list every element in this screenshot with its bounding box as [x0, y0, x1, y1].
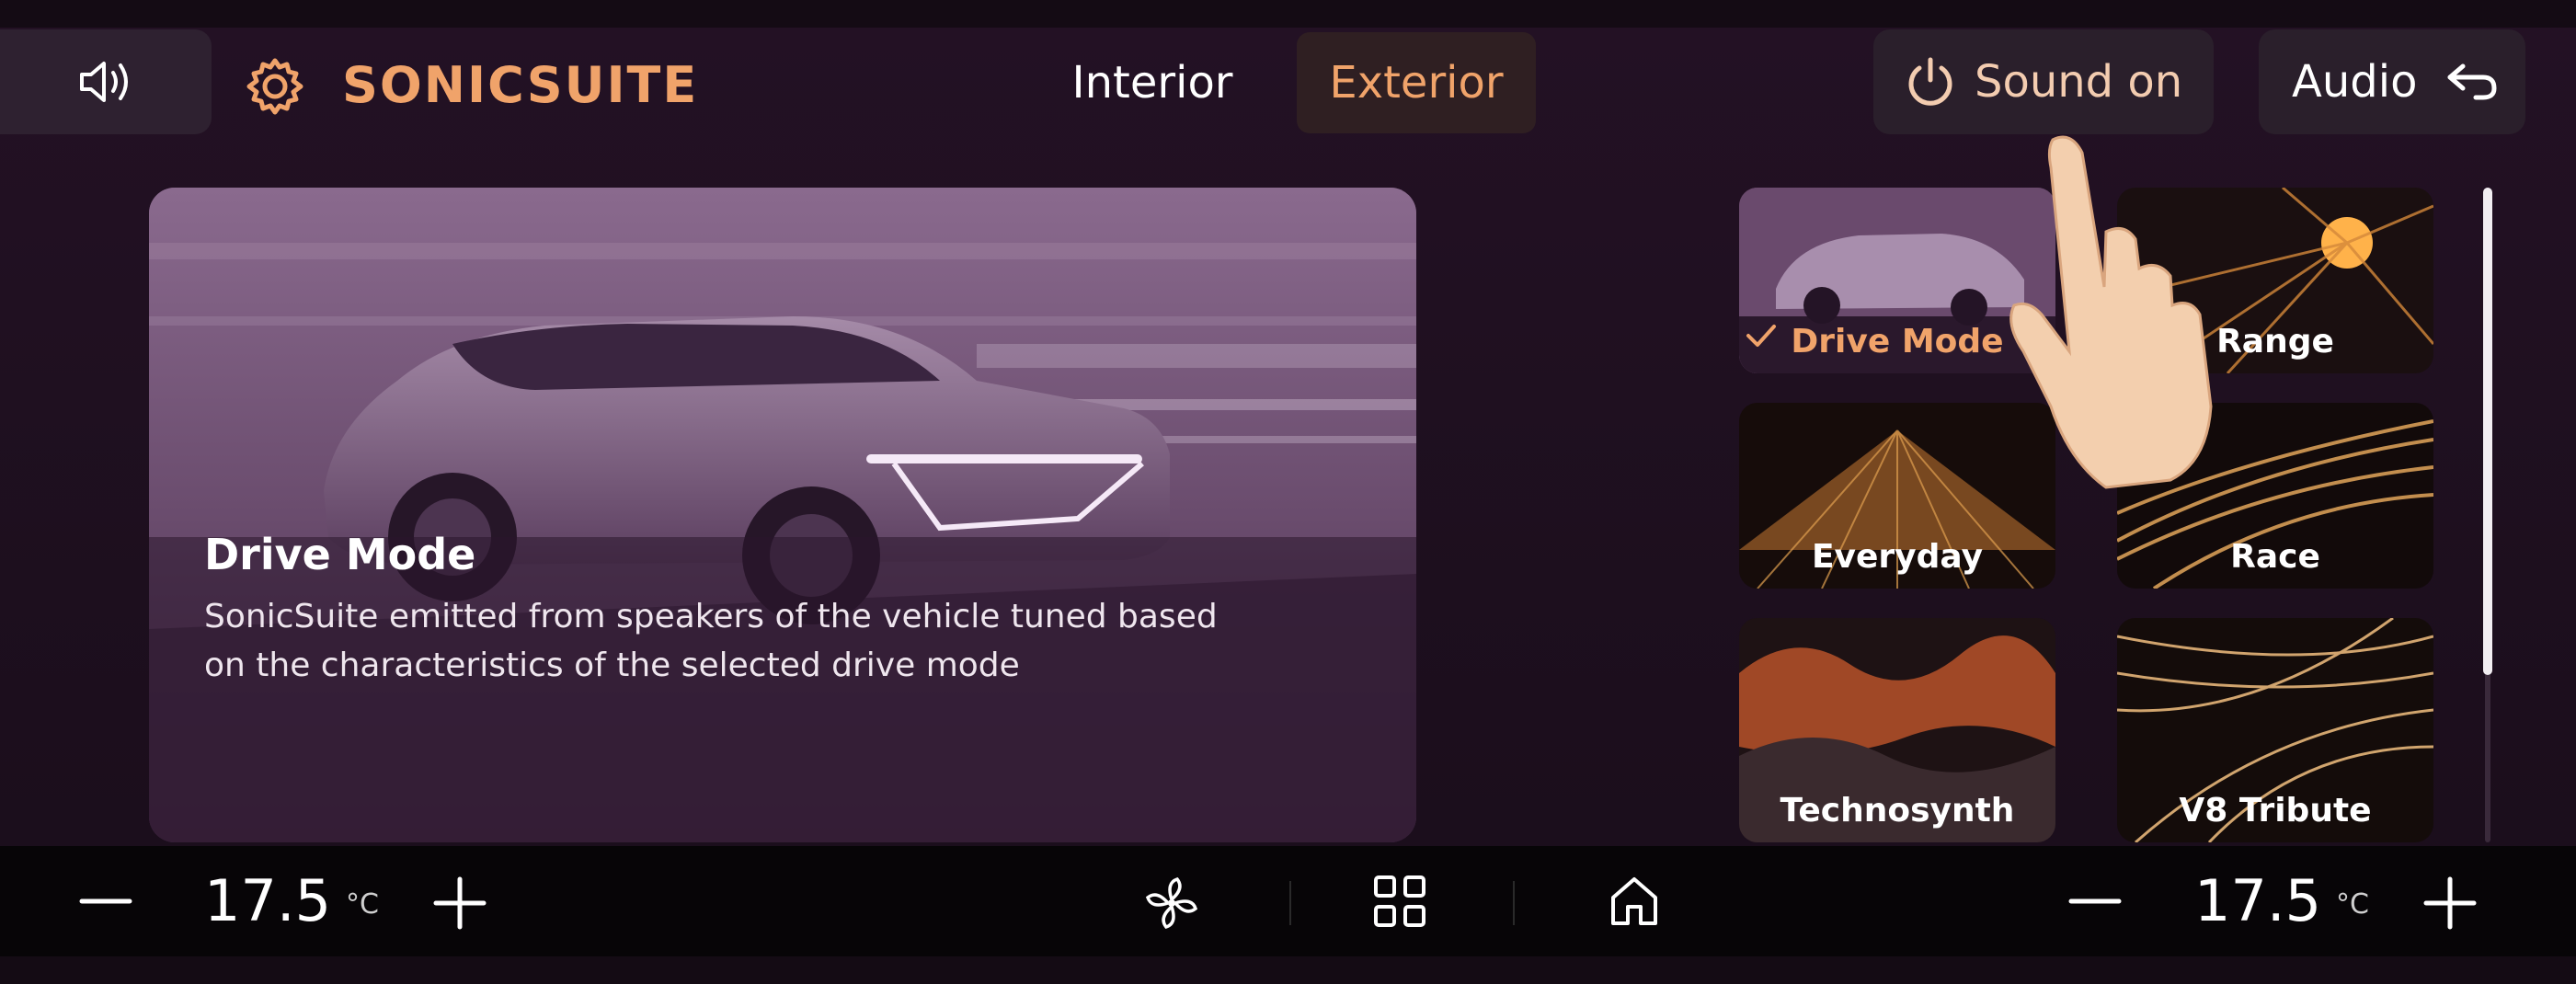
tile-label-v8-tribute: V8 Tribute	[2179, 792, 2372, 830]
bottom-divider	[1513, 881, 1515, 925]
power-icon	[1908, 57, 1952, 106]
infotainment-screen: SONICSUITE Interior Exterior Sound on Au…	[0, 28, 2576, 956]
sound-mode-tile-technosynth[interactable]: Technosynth	[1739, 618, 2055, 842]
left-temp-decrease-button[interactable]	[78, 885, 133, 918]
audio-label: Audio	[2292, 56, 2418, 108]
sound-on-label: Sound on	[1975, 56, 2183, 108]
tab-interior[interactable]: Interior	[1037, 32, 1267, 133]
app-title: SONICSUITE	[342, 56, 699, 114]
drive-mode-hero-card: Drive Mode SonicSuite emitted from speak…	[149, 188, 1416, 842]
left-temp-increase-button[interactable]	[432, 875, 487, 931]
tile-label-technosynth: Technosynth	[1780, 792, 2015, 830]
audio-back-button[interactable]: Audio	[2259, 29, 2525, 134]
right-temp-unit: °C	[2336, 888, 2369, 921]
sound-list-scrollbar-thumb[interactable]	[2483, 188, 2492, 675]
right-temp-increase-button[interactable]	[2422, 875, 2478, 931]
car-image	[149, 188, 1416, 842]
pointing-hand	[2009, 135, 2213, 489]
gear-icon[interactable]	[244, 55, 306, 118]
hero-title: Drive Mode	[204, 530, 476, 579]
speaker-volume-icon	[80, 62, 128, 102]
volume-button[interactable]	[0, 29, 212, 134]
right-temperature: 17.5	[2194, 867, 2322, 934]
sound-on-button[interactable]: Sound on	[1873, 29, 2214, 134]
fan-icon[interactable]	[1142, 874, 1201, 933]
tile-label-everyday: Everyday	[1811, 538, 1984, 576]
sound-mode-tile-v8-tribute[interactable]: V8 Tribute	[2117, 618, 2433, 842]
grid-icon[interactable]	[1372, 874, 1427, 929]
left-temperature: 17.5	[204, 867, 332, 934]
home-icon[interactable]	[1608, 875, 1661, 927]
bottom-divider	[1289, 881, 1291, 925]
hero-description: SonicSuite emitted from speakers of the …	[204, 598, 1218, 684]
left-temp-unit: °C	[346, 888, 379, 921]
tile-label-race: Race	[2230, 538, 2320, 576]
tab-exterior[interactable]: Exterior	[1297, 32, 1536, 133]
climate-bar: 17.5 °C 17.5 °C	[0, 846, 2576, 956]
back-arrow-icon	[2447, 63, 2497, 100]
right-temp-decrease-button[interactable]	[2067, 885, 2123, 918]
checkmark-icon	[1746, 325, 1776, 347]
